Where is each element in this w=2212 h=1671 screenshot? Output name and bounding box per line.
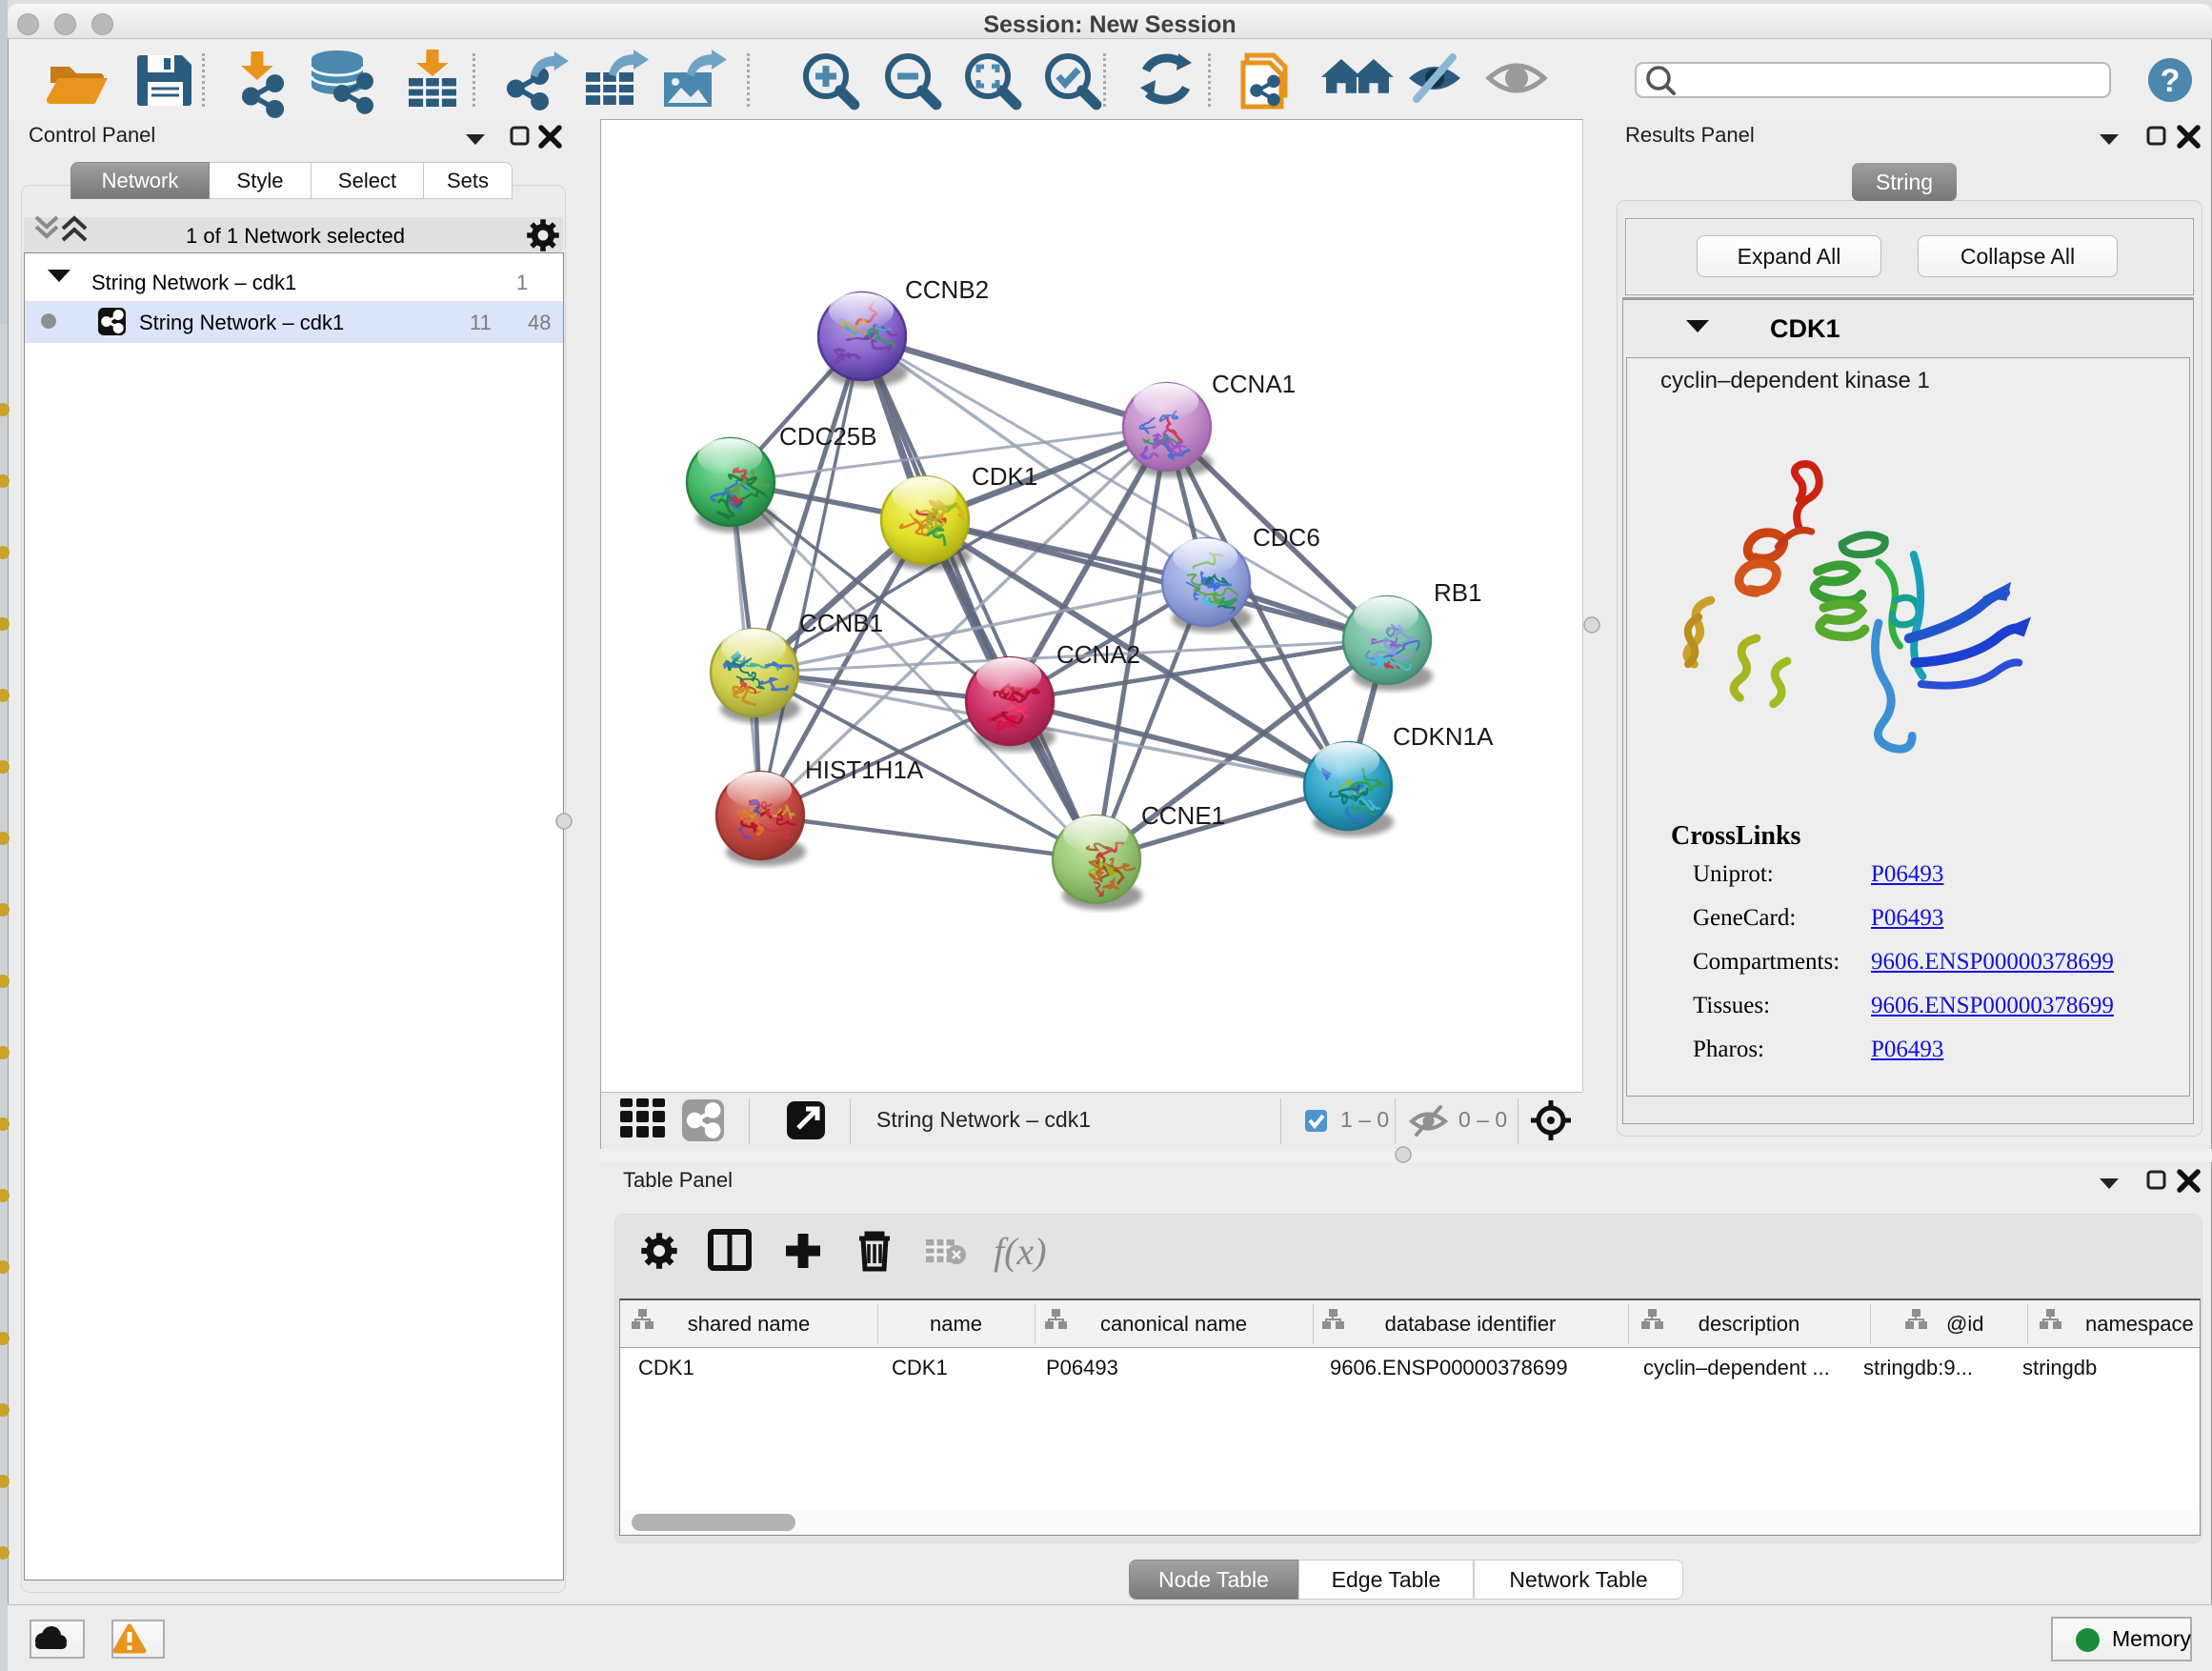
- svg-text:CDKN1A: CDKN1A: [1393, 722, 1494, 751]
- svg-text:HIST1H1A: HIST1H1A: [805, 755, 924, 784]
- svg-text:RB1: RB1: [1434, 578, 1482, 607]
- svg-text:CCNA1: CCNA1: [1212, 370, 1296, 398]
- svg-text:CDC25B: CDC25B: [779, 422, 877, 451]
- svg-text:CCNA2: CCNA2: [1056, 640, 1140, 669]
- svg-text:CDK1: CDK1: [972, 462, 1037, 491]
- svg-text:CCNB2: CCNB2: [905, 275, 989, 304]
- svg-text:CCNE1: CCNE1: [1141, 801, 1225, 830]
- svg-text:CCNB1: CCNB1: [799, 609, 883, 637]
- svg-text:CDC6: CDC6: [1253, 523, 1320, 552]
